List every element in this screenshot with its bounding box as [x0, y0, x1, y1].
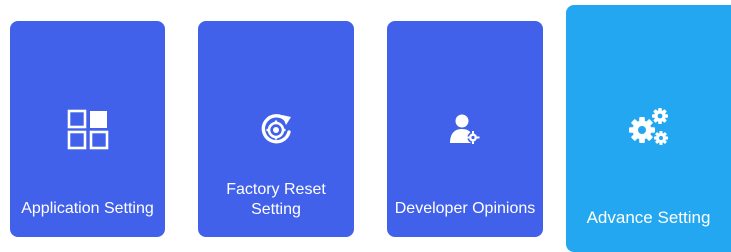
- advance-setting-label: Advance Setting: [586, 208, 711, 227]
- settings-menu: Application Setting Factory Reset Settin…: [0, 0, 731, 252]
- gears-icon: [628, 108, 670, 153]
- developer-opinions-label: Developer Opinions: [394, 200, 536, 217]
- developer-opinions-tile[interactable]: Developer Opinions: [387, 21, 543, 237]
- developer-person-gear-icon: [449, 113, 481, 150]
- grid-apps-icon: [67, 109, 109, 156]
- factory-reset-setting-label: Factory Reset Setting: [226, 181, 326, 218]
- application-setting-tile[interactable]: Application Setting: [10, 21, 165, 237]
- factory-reset-setting-tile[interactable]: Factory Reset Setting: [198, 21, 354, 237]
- factory-reset-icon: [259, 112, 293, 151]
- application-setting-label: Application Setting: [21, 200, 154, 217]
- advance-setting-tile[interactable]: Advance Setting: [566, 5, 731, 252]
